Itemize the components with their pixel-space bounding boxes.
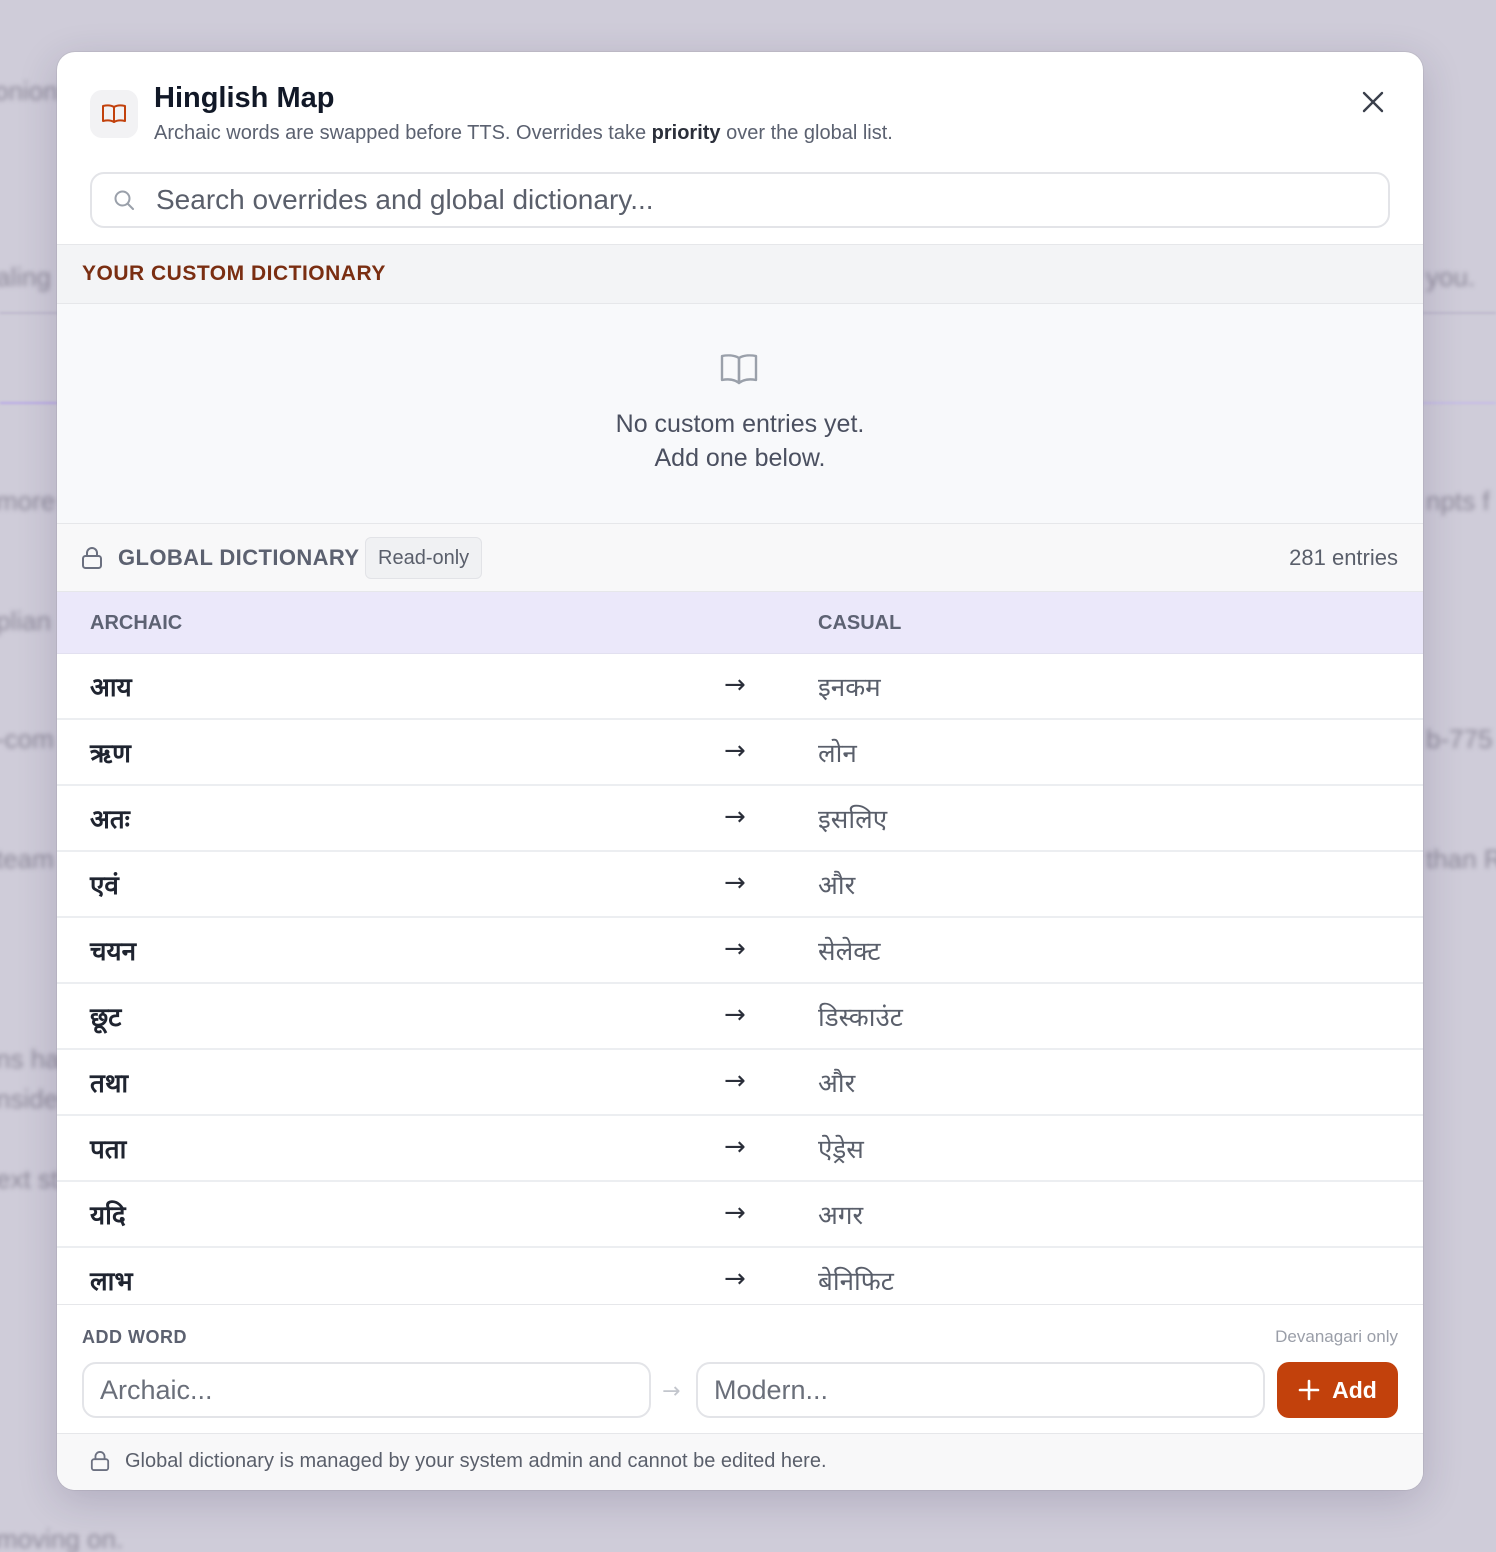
book-icon [90, 90, 138, 138]
archaic-word: चयन [90, 937, 137, 967]
subtitle-text: Archaic words are swapped before TTS. Ov… [154, 122, 652, 144]
archaic-word: एवं [90, 871, 119, 901]
table-row: पता → ऐड्रेस [57, 1116, 1423, 1182]
archaic-word: यदि [90, 1201, 126, 1231]
modern-input[interactable] [696, 1362, 1265, 1418]
table-row: तथा → और [57, 1050, 1423, 1116]
casual-word: ऐड्रेस [818, 1135, 864, 1165]
subtitle-emphasis: priority [651, 122, 721, 144]
global-dictionary-heading: GLOBAL DICTIONARY [118, 545, 360, 570]
add-word-section: ADD WORD Devanagari only → Add [57, 1304, 1423, 1434]
entry-count: 281 entries [1289, 545, 1398, 570]
subtitle-text-end: over the global list. [720, 122, 893, 144]
archaic-word: अतः [90, 805, 130, 835]
add-button[interactable]: Add [1277, 1362, 1398, 1418]
arrow-icon: → [724, 736, 746, 766]
global-dictionary-header: GLOBAL DICTIONARY Read-only 281 entries [57, 524, 1423, 592]
close-icon [1362, 91, 1384, 113]
table-row: अतः → इसलिए [57, 786, 1423, 852]
arrow-icon: → [724, 1198, 746, 1228]
casual-word: लोन [818, 739, 857, 769]
arrow-icon: → [724, 802, 746, 832]
search-box [90, 172, 1390, 228]
table-row: यदि → अगर [57, 1182, 1423, 1248]
dictionary-rows[interactable]: आय → इनकम ऋण → लोन अतः → इसलिए एवं → और … [57, 654, 1423, 1304]
arrow-icon: → [724, 868, 746, 898]
casual-word: बेनिफिट [818, 1267, 894, 1297]
table-row: ऋण → लोन [57, 720, 1423, 786]
devanagari-hint: Devanagari only [1275, 1327, 1398, 1346]
arrow-icon: → [662, 1379, 681, 1404]
archaic-input[interactable] [82, 1362, 651, 1418]
table-row: एवं → और [57, 852, 1423, 918]
arrow-icon: → [724, 670, 746, 700]
table-row: छूट → डिस्काउंट [57, 984, 1423, 1050]
lock-icon [90, 1451, 110, 1471]
casual-word: सेलेक्ट [818, 937, 881, 967]
read-only-badge: Read-only [365, 537, 483, 579]
close-button[interactable] [1355, 84, 1391, 120]
search-icon [114, 190, 134, 210]
custom-dictionary-header: YOUR CUSTOM DICTIONARY [57, 244, 1423, 304]
custom-dictionary-empty-state: No custom entries yet. Add one below. [57, 304, 1423, 524]
table-row: लाभ → बेनिफिट [57, 1248, 1423, 1304]
archaic-word: तथा [90, 1069, 129, 1099]
dictionary-table-header: ARCHAIC CASUAL [57, 592, 1423, 654]
archaic-word: आय [90, 673, 132, 703]
dialog-footer: Global dictionary is managed by your sys… [57, 1434, 1423, 1490]
dialog-subtitle: Archaic words are swapped before TTS. Ov… [154, 122, 893, 145]
custom-dictionary-heading: YOUR CUSTOM DICTIONARY [82, 262, 386, 285]
table-row: आय → इनकम [57, 654, 1423, 720]
arrow-icon: → [724, 1264, 746, 1294]
table-row: चयन → सेलेक्ट [57, 918, 1423, 984]
book-open-icon [720, 354, 758, 385]
hinglish-map-dialog: Hinglish Map Archaic words are swapped b… [57, 52, 1423, 1490]
archaic-word: पता [90, 1135, 127, 1165]
lock-icon [82, 547, 102, 569]
casual-word: डिस्काउंट [818, 1003, 903, 1033]
empty-state-message: No custom entries yet. [615, 410, 865, 438]
column-header-casual: CASUAL [818, 612, 902, 634]
search-input[interactable] [156, 184, 1356, 216]
arrow-icon: → [724, 1132, 746, 1162]
casual-word: इसलिए [818, 805, 888, 835]
dialog-title: Hinglish Map [154, 82, 335, 114]
add-button-label: Add [1332, 1376, 1377, 1403]
casual-word: अगर [818, 1201, 864, 1231]
arrow-icon: → [724, 1000, 746, 1030]
casual-word: इनकम [818, 673, 881, 703]
arrow-icon: → [724, 1066, 746, 1096]
dialog-header: Hinglish Map Archaic words are swapped b… [57, 52, 1423, 244]
arrow-icon: → [724, 934, 746, 964]
plus-icon [1298, 1379, 1320, 1401]
casual-word: और [818, 871, 856, 901]
archaic-word: छूट [90, 1003, 122, 1033]
empty-state-hint: Add one below. [654, 444, 826, 472]
casual-word: और [818, 1069, 856, 1099]
add-word-label: ADD WORD [82, 1327, 187, 1347]
archaic-word: ऋण [90, 739, 131, 769]
column-header-archaic: ARCHAIC [90, 612, 183, 634]
footer-note: Global dictionary is managed by your sys… [125, 1450, 827, 1472]
archaic-word: लाभ [90, 1267, 133, 1297]
